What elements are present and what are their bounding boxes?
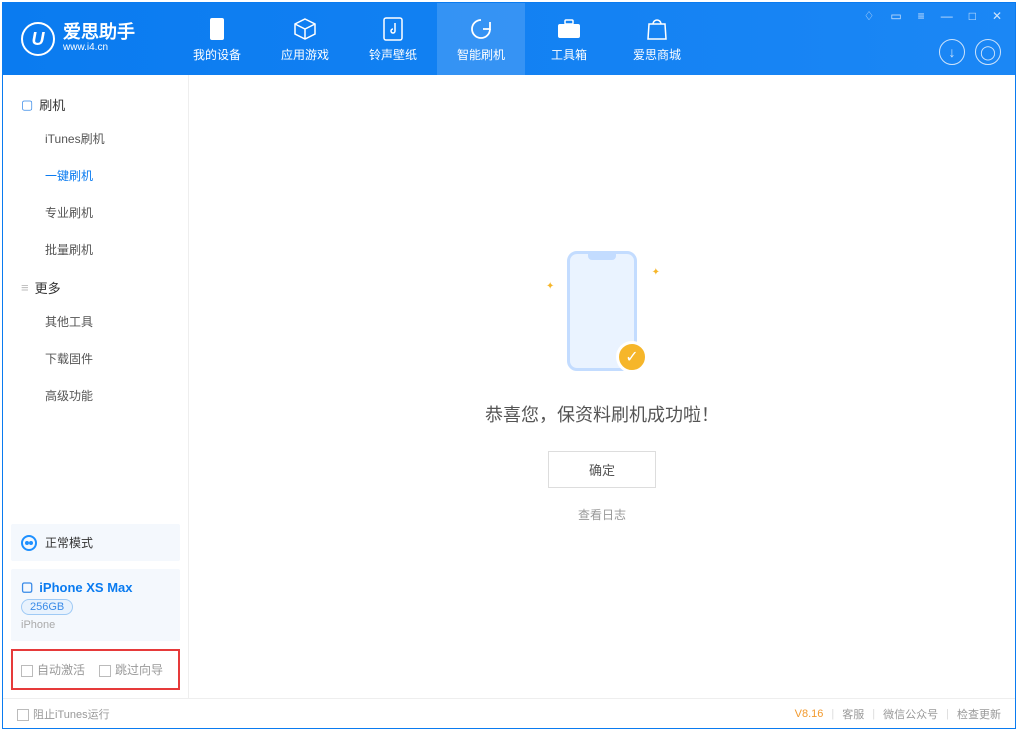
opt-label: 自动激活 <box>37 663 85 677</box>
app-window: U 爱思助手 www.i4.cn 我的设备 应用游戏 铃声壁纸 智能刷机 <box>2 2 1016 729</box>
shirt-icon[interactable]: ♢ <box>861 7 878 25</box>
sidebar-item-download-firmware[interactable]: 下载固件 <box>3 340 188 377</box>
sidebar-item-pro-flash[interactable]: 专业刷机 <box>3 194 188 231</box>
sidebar-item-batch-flash[interactable]: 批量刷机 <box>3 231 188 268</box>
tab-toolbox[interactable]: 工具箱 <box>525 3 613 75</box>
main-content: ✦ ✦ ✓ 恭喜您，保资料刷机成功啦！ 确定 查看日志 <box>189 75 1015 698</box>
mode-status[interactable]: 正常模式 <box>11 524 180 561</box>
mode-label: 正常模式 <box>45 534 93 551</box>
sidebar-group-label: 刷机 <box>39 95 65 114</box>
refresh-shield-icon <box>469 16 493 42</box>
sparkle-icon: ✦ <box>652 267 660 278</box>
footer-link-support[interactable]: 客服 <box>842 706 864 722</box>
separator: | <box>946 708 949 720</box>
device-name: ▢ iPhone XS Max <box>21 579 170 595</box>
app-title: 爱思助手 <box>63 23 135 41</box>
cube-icon <box>293 16 317 42</box>
tab-store[interactable]: 爱思商城 <box>613 3 701 75</box>
sidebar-item-advanced[interactable]: 高级功能 <box>3 377 188 414</box>
box-icon[interactable]: ▭ <box>887 7 904 25</box>
header-circle-buttons: ↓ ◯ <box>939 39 1001 65</box>
checkbox-skip-guide[interactable]: 跳过向导 <box>99 661 163 678</box>
device-name-text: iPhone XS Max <box>39 580 132 595</box>
close-icon[interactable]: ✕ <box>989 7 1005 25</box>
version-label: V8.16 <box>795 708 824 720</box>
bag-icon <box>646 16 668 42</box>
success-illustration: ✦ ✦ ✓ <box>552 251 652 381</box>
maximize-icon[interactable]: □ <box>966 7 979 25</box>
device-icon <box>209 16 225 42</box>
logo-icon: U <box>21 22 55 56</box>
phone-outline-icon: ▢ <box>21 97 33 113</box>
view-log-link[interactable]: 查看日志 <box>578 506 626 523</box>
header: U 爱思助手 www.i4.cn 我的设备 应用游戏 铃声壁纸 智能刷机 <box>3 3 1015 75</box>
tab-smart-flash[interactable]: 智能刷机 <box>437 3 525 75</box>
tab-my-device[interactable]: 我的设备 <box>173 3 261 75</box>
tab-label: 铃声壁纸 <box>369 46 417 63</box>
success-message: 恭喜您，保资料刷机成功啦！ <box>485 401 719 427</box>
separator: | <box>872 708 875 720</box>
app-subtitle: www.i4.cn <box>63 41 135 55</box>
tab-label: 应用游戏 <box>281 46 329 63</box>
highlighted-options: 自动激活 跳过向导 <box>11 649 180 690</box>
user-icon[interactable]: ◯ <box>975 39 1001 65</box>
sidebar-item-other-tools[interactable]: 其他工具 <box>3 303 188 340</box>
tab-apps-games[interactable]: 应用游戏 <box>261 3 349 75</box>
phone-notch <box>588 254 616 260</box>
top-tabs: 我的设备 应用游戏 铃声壁纸 智能刷机 工具箱 爱思商城 <box>173 3 701 75</box>
toolbox-icon <box>556 16 582 42</box>
sidebar: ▢ 刷机 iTunes刷机 一键刷机 专业刷机 批量刷机 ≡ 更多 其他工具 下… <box>3 75 189 698</box>
tab-ringtone-wallpaper[interactable]: 铃声壁纸 <box>349 3 437 75</box>
sparkle-icon: ✦ <box>546 281 554 292</box>
sidebar-group-label: 更多 <box>35 278 61 297</box>
minimize-icon[interactable]: — <box>938 7 956 25</box>
opt-label: 跳过向导 <box>115 663 163 677</box>
sidebar-item-itunes-flash[interactable]: iTunes刷机 <box>3 120 188 157</box>
music-file-icon <box>383 16 403 42</box>
sidebar-group-more: ≡ 更多 <box>3 268 188 303</box>
footer: 阻止iTunes运行 V8.16 | 客服 | 微信公众号 | 检查更新 <box>3 698 1015 728</box>
body: ▢ 刷机 iTunes刷机 一键刷机 专业刷机 批量刷机 ≡ 更多 其他工具 下… <box>3 75 1015 698</box>
mode-icon <box>21 535 37 551</box>
device-info[interactable]: ▢ iPhone XS Max 256GB iPhone <box>11 569 180 641</box>
checkbox-auto-activate[interactable]: 自动激活 <box>21 661 85 678</box>
device-type: iPhone <box>21 619 170 631</box>
tab-label: 智能刷机 <box>457 46 505 63</box>
tab-label: 爱思商城 <box>633 46 681 63</box>
logo-text: 爱思助手 www.i4.cn <box>63 23 135 55</box>
ok-button[interactable]: 确定 <box>548 451 656 488</box>
footer-left: 阻止iTunes运行 <box>17 706 110 722</box>
footer-right: V8.16 | 客服 | 微信公众号 | 检查更新 <box>795 706 1001 722</box>
footer-link-update[interactable]: 检查更新 <box>957 706 1001 722</box>
footer-link-wechat[interactable]: 微信公众号 <box>883 706 938 722</box>
logo: U 爱思助手 www.i4.cn <box>3 22 153 56</box>
footer-block-label: 阻止iTunes运行 <box>33 709 110 721</box>
phone-icon: ▢ <box>21 579 33 595</box>
sidebar-group-flash: ▢ 刷机 <box>3 85 188 120</box>
tab-label: 工具箱 <box>551 46 587 63</box>
list-icon: ≡ <box>21 280 29 295</box>
tab-label: 我的设备 <box>193 46 241 63</box>
check-badge-icon: ✓ <box>616 341 648 373</box>
checkbox-block-itunes[interactable]: 阻止iTunes运行 <box>17 706 110 722</box>
window-controls: ♢ ▭ ≡ — □ ✕ <box>861 7 1005 25</box>
separator: | <box>831 708 834 720</box>
sidebar-item-oneclick-flash[interactable]: 一键刷机 <box>3 157 188 194</box>
download-icon[interactable]: ↓ <box>939 39 965 65</box>
menu-icon[interactable]: ≡ <box>915 7 928 25</box>
storage-badge: 256GB <box>21 599 73 615</box>
